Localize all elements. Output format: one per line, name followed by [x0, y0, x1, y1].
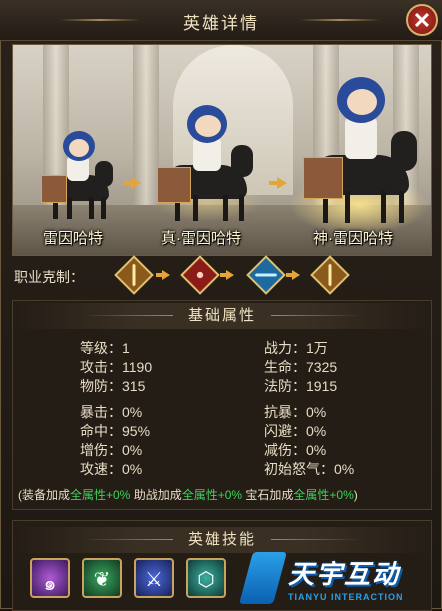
- stat-crit-resist: 抗暴：0%: [264, 404, 327, 420]
- stat-crit: 暴击：0%: [80, 404, 143, 420]
- stat-hit: 命中：95%: [80, 423, 151, 439]
- section-heading: 基础属性: [13, 303, 431, 329]
- hero-rider-sprite[interactable]: [289, 65, 429, 235]
- stat-phys-def: 物防：315: [80, 378, 146, 394]
- hero-name: 雷因哈特: [43, 230, 104, 247]
- title-bar: 英雄详情 ✕: [0, 0, 442, 41]
- watermark-subtitle: TIANYU INTERACTION: [288, 592, 404, 602]
- watermark-logo: 天宇互动 TIANYU INTERACTION: [239, 548, 442, 609]
- shield-skill-icon[interactable]: ⬡: [186, 558, 226, 598]
- hero-showcase: 雷因哈特 真·雷因哈特 神·雷因哈特: [12, 44, 432, 256]
- assassin-blade-icon[interactable]: [180, 255, 220, 295]
- class-counter-row: 职业克制：: [12, 255, 430, 295]
- watermark-title: 天宇互动: [288, 559, 401, 589]
- stat-dmg-reduce: 减伤：0%: [264, 442, 327, 458]
- warrior-sword-icon[interactable]: [310, 255, 350, 295]
- stat-level: 等级：1: [80, 340, 130, 356]
- stat-atk-speed: 攻速：0%: [80, 461, 143, 477]
- tianyu-logo-icon: [239, 552, 287, 604]
- mage-staff-icon[interactable]: [246, 255, 286, 295]
- close-icon[interactable]: ✕: [406, 4, 438, 36]
- slash-skill-icon[interactable]: ⚔: [134, 558, 174, 598]
- stat-dodge: 闪避：0%: [264, 423, 327, 439]
- stat-hp: 生命：7325: [264, 359, 338, 375]
- counter-arrow-icon: [220, 270, 234, 280]
- evolve-arrow-icon: [123, 177, 141, 189]
- hero-name: 真·雷因哈特: [161, 230, 241, 247]
- vortex-skill-icon[interactable]: ๑: [30, 558, 70, 598]
- basic-attributes-panel: 基础属性: [12, 300, 432, 510]
- counter-arrow-icon: [156, 270, 170, 280]
- evolve-arrow-icon: [269, 177, 287, 189]
- hero-name: 神·雷因哈特: [313, 230, 393, 247]
- stat-magic-def: 法防：1915: [264, 378, 338, 394]
- laurel-skill-icon[interactable]: ❦: [82, 558, 122, 598]
- hero-rider-sprite[interactable]: [27, 125, 117, 225]
- class-counter-label: 职业克制：: [14, 269, 84, 285]
- stat-initial-rage: 初始怒气：0%: [264, 461, 355, 477]
- stat-attack: 攻击：1190: [80, 359, 153, 375]
- stat-dmg-bonus: 增伤：0%: [80, 442, 143, 458]
- attribute-bonus-line: (装备加成全属性+0% 助战加成全属性+0% 宝石加成全属性+0%): [18, 488, 358, 502]
- counter-arrow-icon: [286, 270, 300, 280]
- hero-rider-sprite[interactable]: [143, 101, 263, 231]
- warrior-sword-icon[interactable]: [114, 255, 154, 295]
- dialog-title: 英雄详情: [183, 14, 259, 33]
- stat-power: 战力：1万: [264, 340, 328, 356]
